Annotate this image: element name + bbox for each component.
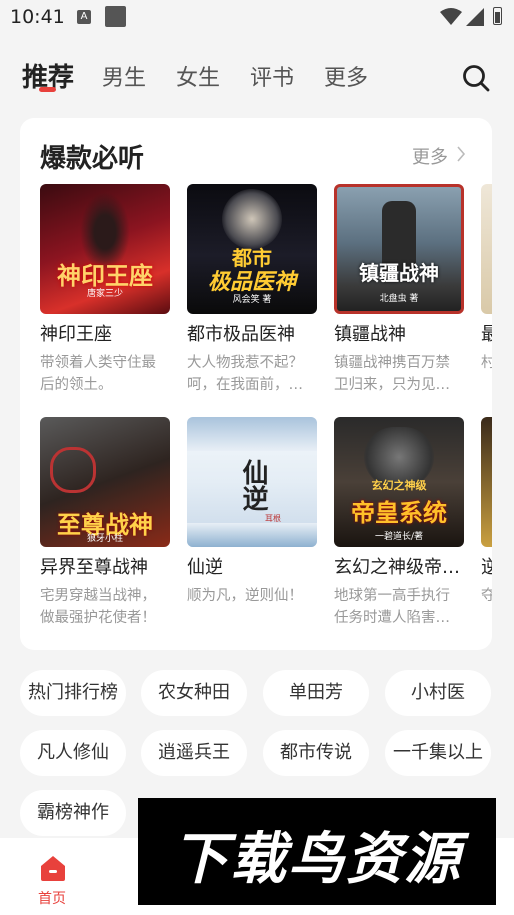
category-tabs: 推荐 男生 女生 评书 更多 [0, 52, 514, 102]
tag-chip[interactable]: 小村医 [385, 670, 491, 716]
nav-home-label[interactable]: 首页 [38, 888, 66, 908]
book-title: 异界至尊战神 [40, 557, 148, 578]
book-description: 地球第一高手执行任务时遭人陷害… [334, 588, 450, 626]
book-cover[interactable] [481, 417, 492, 547]
book-description: 镇疆战神携百万禁卫归来，只为见… [334, 355, 450, 393]
book-card[interactable]: 玄幻之神级 帝皇系统 一碧道长/著 玄幻之神级帝… 地球第一高手执行任务时遭人陷… [334, 417, 464, 637]
cover-author-text: 唐家三少 [86, 289, 123, 299]
tag-chip[interactable]: 都市传说 [263, 730, 369, 776]
battery-icon [493, 7, 502, 25]
status-bar: 10:41 A [0, 0, 514, 36]
hot-section-card: 爆款必听 更多 神印王座 唐家三少 神印王座 带领着人类守住最后的领土。 都市 … [20, 118, 492, 650]
book-card[interactable]: 神印王座 唐家三少 神印王座 带领着人类守住最后的领土。 [40, 184, 170, 404]
tab-more[interactable]: 更多 [324, 60, 368, 92]
cover-title-text: 帝皇系统 [351, 499, 447, 527]
active-tab-indicator [39, 87, 56, 92]
cover-title-text: 镇疆战神 [359, 261, 439, 285]
book-card-partial[interactable]: 逆 夺乱 [481, 417, 492, 637]
home-icon[interactable] [38, 853, 68, 883]
book-cover[interactable]: 仙逆 耳根 [187, 417, 317, 547]
tab-male[interactable]: 男生 [102, 60, 146, 92]
tab-storytelling[interactable]: 评书 [250, 60, 294, 92]
cover-author-text: 一碧道长/著 [374, 532, 424, 542]
book-card[interactable]: 至尊战神 狼牙小柱 异界至尊战神 宅男穿越当战神，做最强护花使者！ [40, 417, 170, 637]
book-title: 镇疆战神 [334, 324, 406, 345]
book-cover[interactable]: 至尊战神 狼牙小柱 [40, 417, 170, 547]
book-title: 仙逆 [187, 557, 223, 578]
cover-author-text: 狼牙小柱 [86, 534, 123, 544]
tag-chip[interactable]: 逍遥兵王 [141, 730, 247, 776]
watermark-text: 下载鸟资源 [172, 827, 462, 892]
book-card[interactable]: 仙逆 耳根 仙逆 顺为凡，逆则仙！ [187, 417, 317, 637]
book-description: 宅男穿越当战神，做最强护花使者！ [40, 588, 156, 626]
book-card-partial[interactable]: 最 村豪 [481, 184, 492, 404]
cover-author-text: 耳根 [265, 514, 281, 523]
watermark-overlay: 下载鸟资源 [138, 798, 496, 905]
tab-female[interactable]: 女生 [176, 60, 220, 92]
notification-icon: A [77, 10, 91, 24]
cover-title-text: 仙逆 [238, 459, 268, 511]
book-title: 逆 [481, 557, 492, 578]
tag-chip[interactable]: 热门排行榜 [20, 670, 126, 716]
tag-chip[interactable]: 农女种田 [141, 670, 247, 716]
book-card[interactable]: 镇疆战神 北盘虫 著 镇疆战神 镇疆战神携百万禁卫归来，只为见… [334, 184, 464, 404]
wifi-icon [440, 8, 462, 25]
book-cover[interactable]: 都市 极品医神 风会笑 著 [187, 184, 317, 314]
section-title: 爆款必听 [40, 144, 145, 174]
tag-chip[interactable]: 单田芳 [263, 670, 369, 716]
book-cover[interactable]: 神印王座 唐家三少 [40, 184, 170, 314]
section-more-link[interactable]: 更多 [412, 143, 448, 169]
tag-chip[interactable]: 一千集以上 [385, 730, 491, 776]
book-description: 村豪 [481, 355, 492, 371]
book-description: 大人物我惹不起？呵，在我面前，… [187, 355, 303, 393]
book-title: 神印王座 [40, 324, 112, 345]
book-cover[interactable]: 玄幻之神级 帝皇系统 一碧道长/著 [334, 417, 464, 547]
cover-top-text: 玄幻之神级 [371, 479, 427, 492]
book-description: 夺乱 [481, 588, 492, 604]
cover-author-text: 风会笑 著 [232, 295, 272, 305]
book-cover[interactable]: 镇疆战神 北盘虫 著 [334, 184, 464, 314]
signal-icon [466, 8, 484, 26]
book-title: 都市极品医神 [187, 324, 295, 345]
book-title: 玄幻之神级帝… [334, 557, 460, 578]
search-icon[interactable] [462, 64, 490, 92]
book-description: 顺为凡，逆则仙！ [187, 588, 303, 604]
book-title: 最 [481, 324, 492, 345]
status-time: 10:41 [10, 6, 65, 28]
book-cover[interactable] [481, 184, 492, 314]
chevron-right-icon[interactable] [456, 145, 466, 163]
book-card[interactable]: 都市 极品医神 风会笑 著 都市极品医神 大人物我惹不起？呵，在我面前，… [187, 184, 317, 404]
cover-author-text: 北盘虫 著 [379, 294, 419, 304]
tag-chip[interactable]: 凡人修仙 [20, 730, 126, 776]
tag-chip[interactable]: 霸榜神作 [20, 790, 126, 836]
book-description: 带领着人类守住最后的领土。 [40, 355, 156, 393]
notification-square-icon [105, 6, 126, 27]
